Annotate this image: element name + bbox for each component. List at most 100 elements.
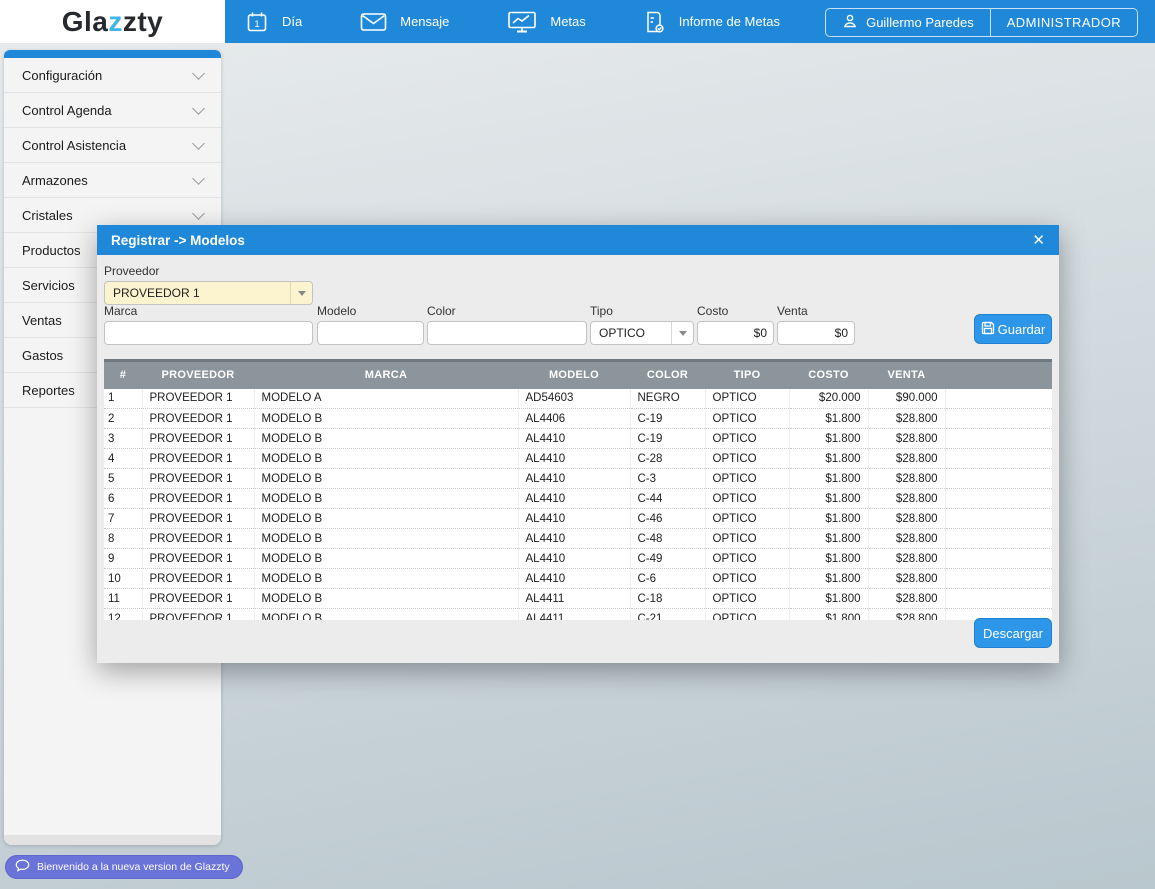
cell: 8: [104, 529, 142, 549]
proveedor-label: Proveedor: [104, 264, 313, 278]
costo-label: Costo: [697, 304, 774, 318]
cell: PROVEEDOR 1: [142, 549, 254, 569]
sidebar-item-control-asistencia[interactable]: Control Asistencia: [4, 128, 221, 163]
cell: PROVEEDOR 1: [142, 589, 254, 609]
cell: NEGRO: [630, 389, 705, 409]
models-table: # PROVEEDOR MARCA MODELO COLOR TIPO COST…: [104, 359, 1052, 620]
cell: $28.800: [868, 509, 945, 529]
tipo-select[interactable]: OPTICO: [590, 321, 694, 345]
sidebar-item-configuracion[interactable]: Configuración: [4, 58, 221, 93]
cell: C-48: [630, 529, 705, 549]
sidebar-item-control-agenda[interactable]: Control Agenda: [4, 93, 221, 128]
venta-input[interactable]: [777, 321, 855, 345]
color-input[interactable]: [427, 321, 587, 345]
sidebar-top-accent: [4, 50, 221, 58]
nav-item-mensaje[interactable]: Mensaje: [360, 12, 449, 32]
cell: [945, 549, 1052, 569]
welcome-toast[interactable]: Bienvenido a la nueva version de Glazzty: [5, 855, 243, 879]
table-row: 5PROVEEDOR 1MODELO BAL4410C-3OPTICO$1.80…: [104, 469, 1052, 489]
cell: C-18: [630, 589, 705, 609]
cell: 1: [104, 389, 142, 409]
cell: AD54603: [518, 389, 630, 409]
cell: AL4410: [518, 469, 630, 489]
table-header-row: # PROVEEDOR MARCA MODELO COLOR TIPO COST…: [104, 361, 1052, 389]
proveedor-select[interactable]: PROVEEDOR 1: [104, 281, 313, 305]
cell: $90.000: [868, 389, 945, 409]
cell: AL4411: [518, 609, 630, 621]
col-header-marca: MARCA: [254, 361, 518, 389]
col-header-color: COLOR: [630, 361, 705, 389]
cell: OPTICO: [705, 549, 789, 569]
modal-title: Registrar -> Modelos: [111, 233, 245, 248]
cell: MODELO B: [254, 589, 518, 609]
table-row: 2PROVEEDOR 1MODELO BAL4406C-19OPTICO$1.8…: [104, 409, 1052, 429]
nav-item-informe-de-metas[interactable]: Informe de Metas: [644, 10, 780, 34]
cell: 12: [104, 609, 142, 621]
chevron-down-icon: [192, 137, 205, 150]
save-button[interactable]: Guardar: [974, 314, 1052, 344]
close-icon[interactable]: ✕: [1032, 233, 1045, 248]
cell: [945, 469, 1052, 489]
cell: [945, 409, 1052, 429]
cell: 5: [104, 469, 142, 489]
cell: $28.800: [868, 569, 945, 589]
cell: PROVEEDOR 1: [142, 469, 254, 489]
cell: MODELO B: [254, 489, 518, 509]
cell: OPTICO: [705, 389, 789, 409]
cell: PROVEEDOR 1: [142, 449, 254, 469]
cell: AL4406: [518, 409, 630, 429]
cell: 9: [104, 549, 142, 569]
cell: AL4410: [518, 449, 630, 469]
modal-header: Registrar -> Modelos ✕: [97, 225, 1059, 255]
cell: $1.800: [789, 549, 868, 569]
nav-item-label: Mensaje: [400, 14, 449, 29]
cell: OPTICO: [705, 429, 789, 449]
user-role-badge[interactable]: ADMINISTRADOR: [990, 9, 1137, 36]
cell: MODELO A: [254, 389, 518, 409]
cell: $28.800: [868, 609, 945, 621]
user-account-box[interactable]: Guillermo Paredes ADMINISTRADOR: [825, 8, 1138, 37]
col-header-tipo: TIPO: [705, 361, 789, 389]
cell: PROVEEDOR 1: [142, 389, 254, 409]
cell: C-19: [630, 409, 705, 429]
table-row: 1PROVEEDOR 1MODELO AAD54603NEGROOPTICO$2…: [104, 389, 1052, 409]
cell: $28.800: [868, 469, 945, 489]
registrar-modelos-modal: Registrar -> Modelos ✕ Proveedor PROVEED…: [97, 225, 1059, 663]
cell: AL4411: [518, 589, 630, 609]
marca-input[interactable]: [104, 321, 313, 345]
table-body: 1PROVEEDOR 1MODELO AAD54603NEGROOPTICO$2…: [104, 389, 1052, 621]
nav-item-label: Día: [282, 14, 302, 29]
models-table-container[interactable]: # PROVEEDOR MARCA MODELO COLOR TIPO COST…: [104, 359, 1052, 620]
cell: $1.800: [789, 449, 868, 469]
cell: PROVEEDOR 1: [142, 509, 254, 529]
cell: C-21: [630, 609, 705, 621]
nav-item-metas[interactable]: Metas: [507, 10, 585, 34]
cell: $1.800: [789, 469, 868, 489]
chevron-down-icon: [192, 207, 205, 220]
modelo-input[interactable]: [317, 321, 424, 345]
cell: 4: [104, 449, 142, 469]
cell: C-49: [630, 549, 705, 569]
download-button[interactable]: Descargar: [974, 618, 1052, 648]
modal-body: Proveedor PROVEEDOR 1 Marca Modelo Color…: [97, 255, 1059, 663]
col-header-costo: COSTO: [789, 361, 868, 389]
cell: MODELO B: [254, 549, 518, 569]
costo-input[interactable]: [697, 321, 774, 345]
nav-item-dia[interactable]: 1 Día: [245, 10, 302, 34]
user-name-section[interactable]: Guillermo Paredes: [826, 9, 990, 36]
cell: C-28: [630, 449, 705, 469]
cell: PROVEEDOR 1: [142, 569, 254, 589]
user-role: ADMINISTRADOR: [1007, 15, 1121, 30]
cell: 7: [104, 509, 142, 529]
cell: AL4410: [518, 489, 630, 509]
chat-bubble-icon: [15, 859, 30, 875]
col-header-venta: VENTA: [868, 361, 945, 389]
sidebar-item-armazones[interactable]: Armazones: [4, 163, 221, 198]
cell: [945, 569, 1052, 589]
modelo-label: Modelo: [317, 304, 424, 318]
cell: PROVEEDOR 1: [142, 529, 254, 549]
cell: $1.800: [789, 409, 868, 429]
col-header-filler: [945, 361, 1052, 389]
app-logo[interactable]: Glazzty: [62, 6, 164, 38]
cell: OPTICO: [705, 569, 789, 589]
